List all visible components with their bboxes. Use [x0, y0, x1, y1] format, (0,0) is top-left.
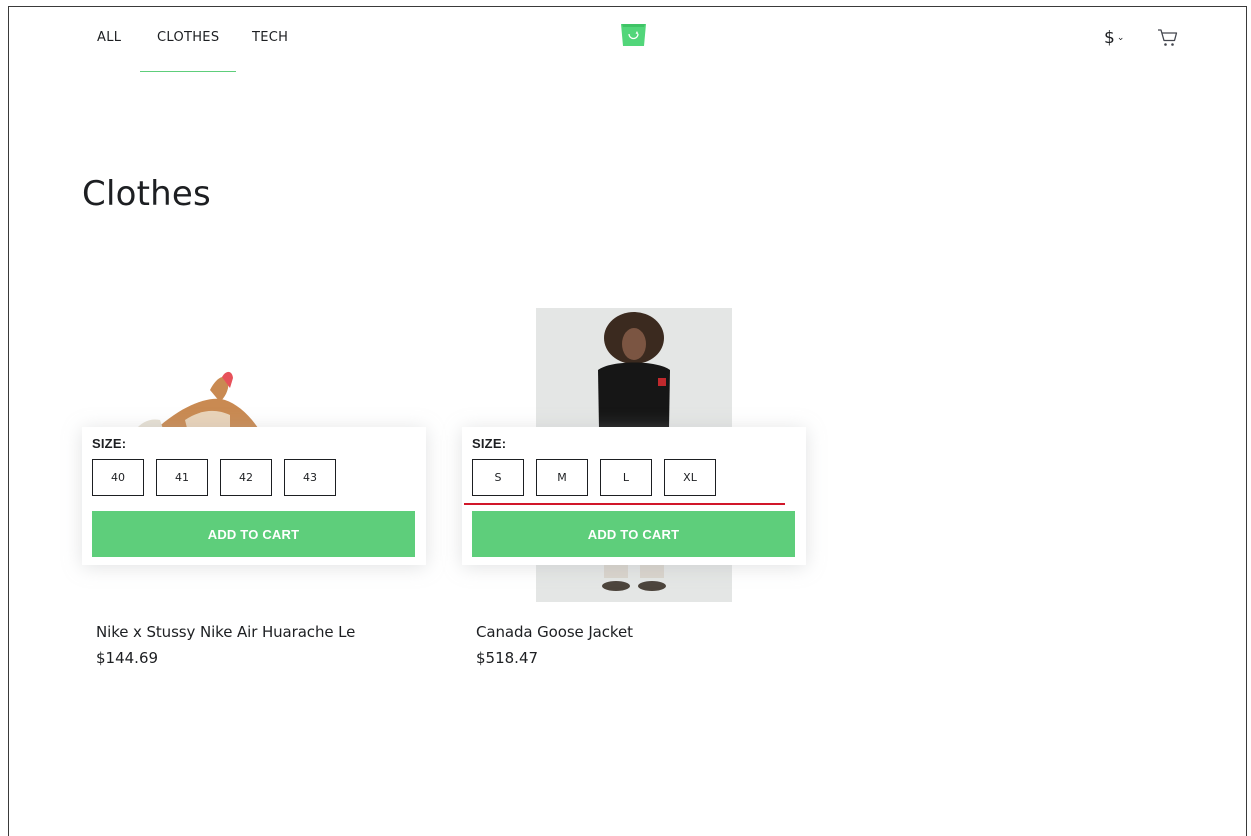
active-nav-underline [140, 71, 236, 72]
category-title: Clothes [82, 173, 211, 214]
add-to-cart-button[interactable]: ADD TO CART [472, 511, 795, 557]
size-option-s[interactable]: S [472, 459, 524, 496]
currency-symbol: $ [1104, 28, 1115, 48]
size-label: SIZE: [92, 436, 127, 451]
shopping-bag-logo-icon[interactable] [620, 21, 647, 46]
quick-add-panel: SIZE: S M L XL ADD TO CART [462, 427, 806, 565]
size-option-40[interactable]: 40 [92, 459, 144, 496]
product-name[interactable]: Nike x Stussy Nike Air Huarache Le [96, 623, 355, 641]
chevron-down-icon: ⌄ [1116, 33, 1125, 43]
product-price: $518.47 [476, 649, 539, 667]
size-option-xl[interactable]: XL [664, 459, 716, 496]
currency-switcher[interactable]: $ ⌄ [1104, 28, 1124, 48]
size-option-42[interactable]: 42 [220, 459, 272, 496]
nav-link-clothes[interactable]: CLOTHES [157, 30, 219, 45]
size-option-l[interactable]: L [600, 459, 652, 496]
product-price: $144.69 [96, 649, 159, 667]
size-option-43[interactable]: 43 [284, 459, 336, 496]
nav-link-all[interactable]: ALL [97, 30, 121, 45]
size-option-m[interactable]: M [536, 459, 588, 496]
quick-add-panel: SIZE: 40 41 42 43 ADD TO CART [82, 427, 426, 565]
annotation-underline [464, 503, 785, 505]
cart-icon[interactable] [1157, 28, 1178, 48]
size-option-41[interactable]: 41 [156, 459, 208, 496]
size-label: SIZE: [472, 436, 507, 451]
add-to-cart-button[interactable]: ADD TO CART [92, 511, 415, 557]
product-name[interactable]: Canada Goose Jacket [476, 623, 633, 641]
nav-link-tech[interactable]: TECH [252, 30, 288, 45]
